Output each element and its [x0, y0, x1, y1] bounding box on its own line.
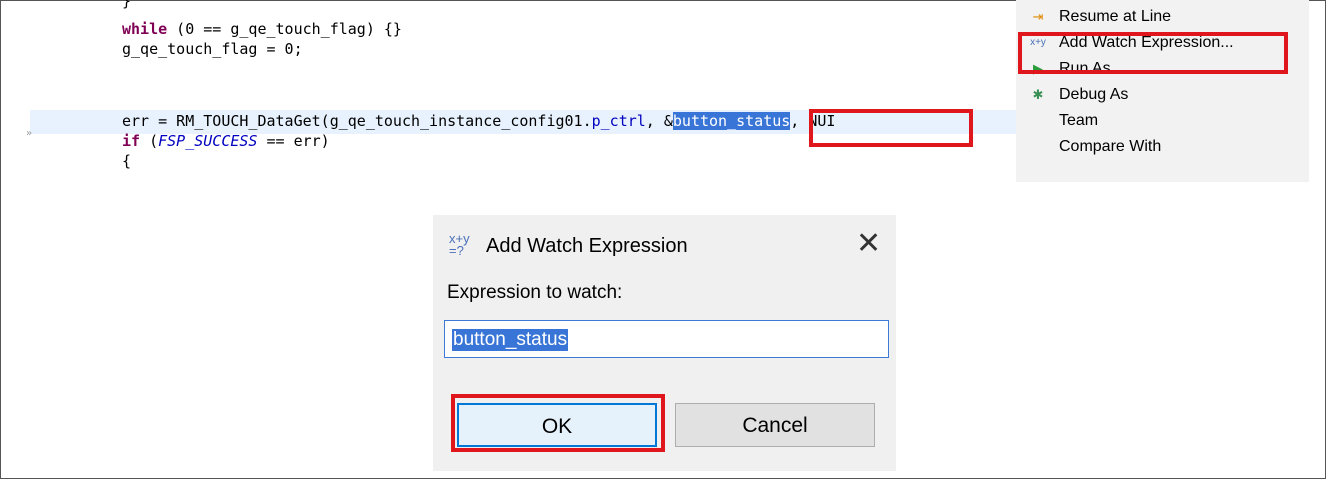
code-line: }	[122, 0, 131, 10]
code-line: g_qe_touch_flag = 0;	[122, 40, 303, 58]
code-line: while (0 == g_qe_touch_flag) {}	[122, 20, 402, 38]
menu-item-label: Compare With	[1059, 138, 1162, 155]
menu-item-label: Debug As	[1059, 86, 1129, 103]
menu-item-label: Resume at Line	[1059, 8, 1172, 25]
bug-icon: ✱	[1032, 87, 1044, 102]
dialog-title: Add Watch Expression	[486, 235, 688, 257]
watch-expression-icon: x+y =?	[449, 231, 470, 258]
resume-at-line-icon: ⇥	[1032, 9, 1044, 24]
menu-item-team[interactable]: Team	[1016, 108, 1309, 134]
code-line: if (FSP_SUCCESS == err)	[122, 132, 330, 150]
code-token: p_ctrl	[591, 112, 646, 130]
gutter-marker: »	[26, 128, 33, 139]
code-token: , &	[645, 112, 673, 130]
menu-item-resume-at-line[interactable]: ⇥ Resume at Line	[1016, 4, 1309, 30]
code-line: err = RM_TOUCH_DataGet(g_qe_touch_instan…	[122, 112, 835, 130]
code-token: while	[122, 20, 168, 38]
cancel-button[interactable]: Cancel	[675, 403, 875, 447]
menu-item-debug-as[interactable]: ✱ Debug As	[1016, 82, 1309, 108]
expression-input[interactable]: button_status	[444, 320, 889, 358]
highlight-box-ok	[451, 394, 665, 452]
code-token: FSP_SUCCESS	[158, 132, 258, 150]
code-token: (0 == g_qe_touch_flag) {}	[167, 20, 402, 38]
code-token: err = RM_TOUCH_DataGet(g_qe_touch_instan…	[122, 112, 592, 130]
code-line: {	[122, 152, 131, 170]
code-token: if	[122, 132, 141, 150]
close-icon[interactable]: ✕	[856, 229, 881, 259]
code-token: g_qe_touch_flag = 0;	[122, 40, 303, 58]
expression-label: Expression to watch:	[447, 282, 623, 303]
menu-item-compare-with[interactable]: Compare With	[1016, 134, 1309, 160]
highlight-box-menu-item	[1018, 32, 1288, 74]
menu-item-label: Team	[1059, 112, 1099, 129]
code-token: }	[122, 0, 132, 10]
context-menu: ⇥ Resume at Line x+y Add Watch Expression..…	[1016, 0, 1309, 182]
code-token: == err)	[257, 132, 330, 150]
selected-variable: button_status	[672, 112, 791, 130]
code-token: {	[122, 152, 132, 170]
code-token: (	[140, 132, 159, 150]
code-editor[interactable]: » } while (0 == g_qe_touch_flag) {} g_qe_t…	[6, 0, 1020, 180]
expression-input-value: button_status	[452, 329, 569, 351]
highlight-box-variable	[809, 109, 973, 147]
